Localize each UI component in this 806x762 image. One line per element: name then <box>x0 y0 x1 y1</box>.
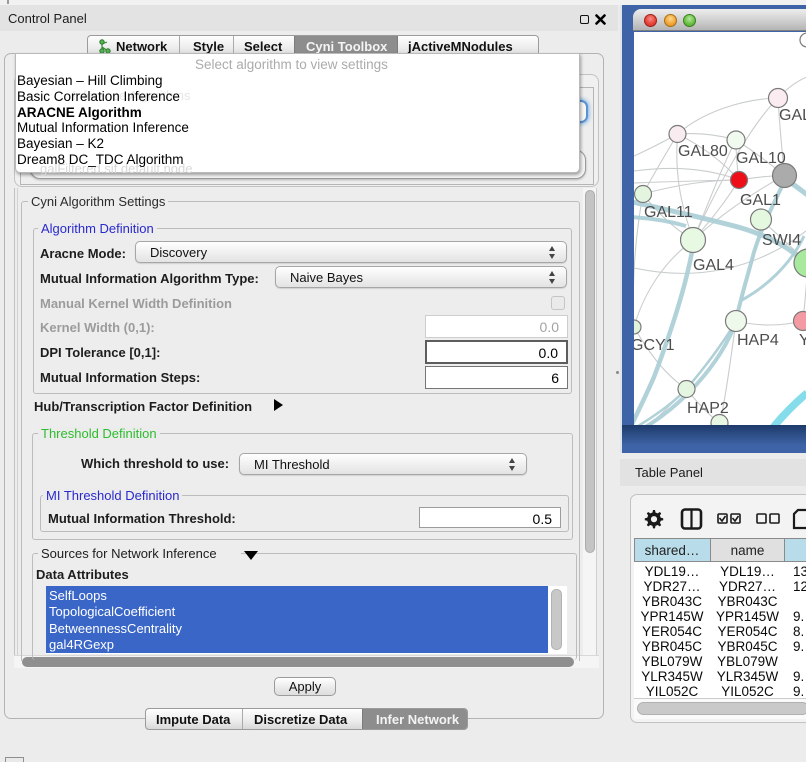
svg-text:SWI4: SWI4 <box>762 232 801 249</box>
svg-text:GAL7: GAL7 <box>779 107 806 124</box>
svg-text:GAL1: GAL1 <box>740 192 781 209</box>
svg-text:GAL80: GAL80 <box>678 143 728 160</box>
svg-text:HAP4: HAP4 <box>737 332 779 349</box>
svg-text:GAL4: GAL4 <box>693 257 734 274</box>
svg-text:GAL10: GAL10 <box>736 150 786 167</box>
svg-text:YJ: YJ <box>799 332 806 349</box>
svg-text:HAP2: HAP2 <box>687 400 729 417</box>
svg-text:GAL11: GAL11 <box>644 204 693 221</box>
svg-text:GCY1: GCY1 <box>634 337 675 354</box>
